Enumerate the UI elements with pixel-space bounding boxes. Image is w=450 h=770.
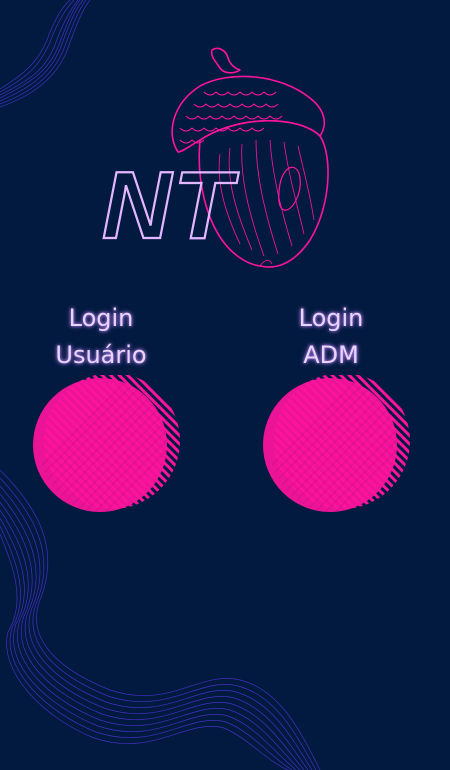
- login-adm-button[interactable]: [262, 375, 412, 515]
- svg-text:NT: NT: [102, 152, 239, 250]
- logo-text: NT: [101, 151, 239, 250]
- login-adm-label: Login ADM: [246, 300, 416, 374]
- decorative-wave-bottom: [0, 470, 321, 770]
- pink-circle-icon: [33, 375, 180, 513]
- login-adm-line1: Login: [298, 304, 364, 332]
- login-user-line2: Usuário: [55, 341, 147, 369]
- login-user-button[interactable]: [32, 375, 182, 515]
- login-user-line1: Login: [68, 304, 134, 332]
- login-adm-line2: ADM: [303, 341, 359, 369]
- pink-circle-icon: [263, 375, 410, 513]
- login-user-label: Login Usuário: [16, 300, 186, 374]
- decorative-wave-top: [0, 0, 91, 108]
